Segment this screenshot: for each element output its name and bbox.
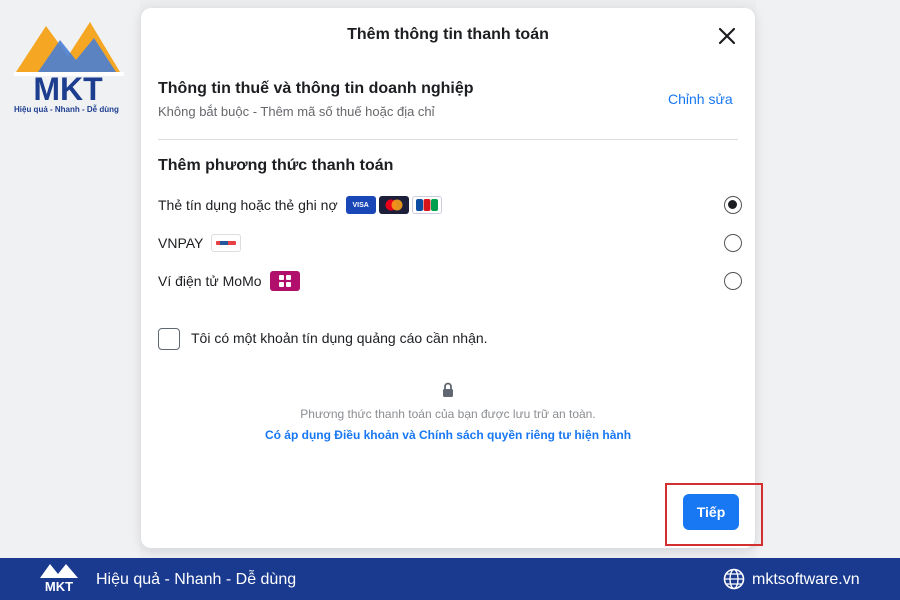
- momo-icon: [269, 271, 300, 291]
- background-right-panel: [756, 0, 900, 558]
- payment-option-vnpay[interactable]: VNPAY: [158, 230, 742, 256]
- terms-privacy-link[interactable]: Có áp dụng Điều khoản và Chính sách quyề…: [141, 428, 755, 442]
- payment-option-label: Thẻ tín dụng hoặc thẻ ghi nợ: [158, 197, 338, 213]
- payment-method-title: Thêm phương thức thanh toán: [158, 157, 394, 174]
- payment-option-label: Ví điện tử MoMo: [158, 273, 262, 289]
- vnpay-icon: [211, 234, 242, 252]
- dialog-title: Thêm thông tin thanh toán: [347, 26, 549, 43]
- lock-icon: [443, 382, 453, 397]
- payment-info-dialog: Thêm thông tin thanh toán Thông tin thuế…: [141, 8, 755, 548]
- secure-storage-text: Phương thức thanh toán của bạn được lưu …: [300, 407, 596, 421]
- ad-credit-label: Tôi có một khoản tín dụng quảng cáo cần …: [191, 330, 488, 346]
- next-button-highlight: [665, 483, 763, 546]
- edit-tax-info-link[interactable]: Chỉnh sửa: [668, 91, 733, 107]
- payment-radio-momo[interactable]: [724, 272, 742, 290]
- tax-info-title: Thông tin thuế và thông tin doanh nghiệp: [158, 80, 474, 97]
- payment-radio-vnpay[interactable]: [724, 234, 742, 252]
- logo-tagline: Hiệu quả - Nhanh - Dễ dùng: [14, 105, 119, 114]
- mastercard-icon: [378, 196, 409, 214]
- payment-option-label: VNPAY: [158, 235, 204, 251]
- footer-logo-text: MKT: [45, 579, 73, 594]
- payment-radio-card[interactable]: [724, 196, 742, 214]
- tax-info-subtitle: Không bắt buộc - Thêm mã số thuế hoặc đị…: [158, 104, 435, 119]
- payment-option-card[interactable]: Thẻ tín dụng hoặc thẻ ghi nợ VISA: [158, 192, 742, 218]
- footer-bar: MKT Hiệu quả - Nhanh - Dễ dùng mktsoftwa…: [0, 558, 900, 600]
- footer-website[interactable]: mktsoftware.vn: [752, 571, 860, 589]
- close-icon[interactable]: [715, 24, 739, 48]
- jcb-icon: [411, 196, 442, 214]
- footer-slogan: Hiệu quả - Nhanh - Dễ dùng: [96, 571, 297, 588]
- globe-icon: [723, 568, 745, 590]
- payment-option-momo[interactable]: Ví điện tử MoMo: [158, 268, 742, 294]
- footer-mkt-logo: MKT: [40, 564, 78, 594]
- ad-credit-checkbox[interactable]: [158, 328, 180, 350]
- visa-icon: VISA: [345, 196, 376, 214]
- logo-text: MKT: [33, 71, 103, 107]
- section-divider: [158, 139, 738, 140]
